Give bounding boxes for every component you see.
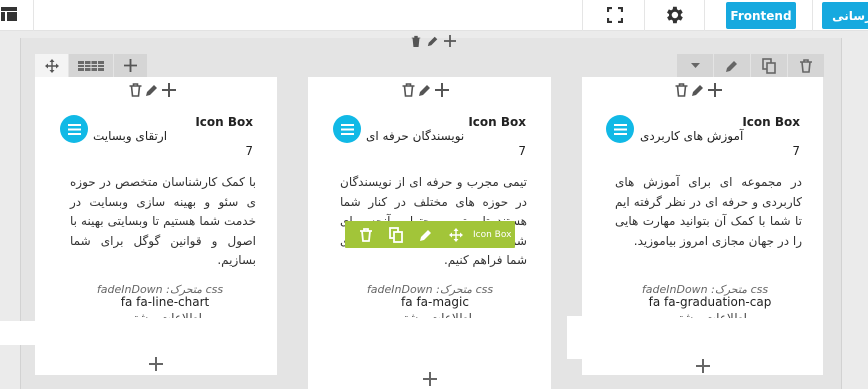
- trash-icon[interactable]: [410, 35, 422, 47]
- row-move-handle[interactable]: [35, 54, 68, 77]
- trash-icon[interactable]: [402, 83, 415, 97]
- add-element-button[interactable]: [421, 370, 439, 388]
- plus-icon: [149, 357, 163, 371]
- fullscreen-icon: [607, 7, 623, 23]
- row-toggle-button[interactable]: [677, 54, 713, 77]
- row-layout-button[interactable]: [69, 54, 113, 77]
- row-layout-icon: [78, 60, 104, 71]
- trash-icon: [800, 58, 812, 73]
- plus-icon[interactable]: [708, 83, 722, 97]
- iconbox-icon: [333, 115, 361, 143]
- gear-icon: [667, 6, 683, 24]
- iconbox-number: 7: [245, 144, 253, 158]
- pencil-icon[interactable]: [691, 83, 705, 97]
- fullscreen-button[interactable]: [600, 3, 630, 27]
- scroll-overlay: [567, 316, 679, 359]
- pencil-icon[interactable]: [145, 83, 159, 97]
- pencil-icon[interactable]: [427, 35, 439, 47]
- frontend-button[interactable]: Frontend: [726, 2, 796, 29]
- plus-icon: [124, 59, 137, 72]
- scroll-overlay: [0, 321, 36, 345]
- row-clone-button[interactable]: [751, 54, 787, 77]
- move-icon: [44, 58, 59, 73]
- add-element-button[interactable]: [147, 355, 165, 373]
- add-column-button[interactable]: [114, 54, 147, 77]
- editor-logo[interactable]: [0, 0, 34, 31]
- section-controls: [403, 35, 463, 47]
- iconbox-icon: [606, 115, 634, 143]
- iconbox-subtitle: ارتقای وبسایت: [93, 129, 168, 143]
- toolbar-divider: [812, 0, 813, 31]
- plus-icon[interactable]: [444, 35, 456, 47]
- trash-icon[interactable]: [129, 83, 142, 97]
- plus-icon: [423, 372, 437, 386]
- pencil-icon: [420, 229, 431, 241]
- clone-icon: [762, 57, 776, 74]
- iconbox-more-link[interactable]: اطلاعات بیشتر: [95, 311, 235, 318]
- iconbox-title: Icon Box: [468, 115, 526, 129]
- iconbox-number: 7: [792, 144, 800, 158]
- iconbox-class: fa fa-line-chart: [120, 295, 210, 309]
- iconbox-class: fa fa-graduation-cap: [648, 295, 772, 309]
- iconbox-title: Icon Box: [195, 115, 253, 129]
- iconbox-description: در مجموعه ای برای آموزش های کاربردی و حر…: [615, 175, 802, 248]
- column-controls: [675, 83, 722, 97]
- column-controls: [402, 83, 449, 97]
- row-controls: [676, 54, 824, 77]
- add-element-button[interactable]: [694, 357, 712, 375]
- iconbox-more-link[interactable]: اطلاعات بیشتر: [365, 311, 505, 318]
- row-edit-button[interactable]: [714, 54, 750, 77]
- iconbox-description: با کمک کارشناسان متخصص در حوزه ی سئو و ب…: [70, 175, 256, 267]
- iconbox-number: 7: [518, 144, 526, 158]
- iconbox-title: Icon Box: [742, 115, 800, 129]
- clone-icon: [389, 226, 403, 243]
- list-icon: [613, 123, 627, 135]
- element-move-handle[interactable]: [441, 221, 471, 248]
- plus-icon: [696, 359, 710, 373]
- row-delete-button[interactable]: [788, 54, 824, 77]
- toolbar-divider: [644, 0, 645, 31]
- move-icon: [449, 227, 463, 242]
- list-icon: [340, 123, 354, 135]
- element-edit-button[interactable]: [411, 221, 441, 248]
- caret-down-icon: [690, 63, 700, 68]
- element-name: Icon Box: [473, 229, 512, 240]
- pencil-icon[interactable]: [418, 83, 432, 97]
- row-tabs: [35, 54, 148, 77]
- editor-toolbar: Frontend رسانی: [0, 0, 868, 31]
- iconbox-class: fa fa-magic: [401, 295, 469, 309]
- trash-icon: [360, 227, 372, 242]
- plus-icon[interactable]: [162, 83, 176, 97]
- element-delete-button[interactable]: [351, 221, 381, 248]
- toolbar-divider: [582, 0, 583, 31]
- trash-icon[interactable]: [675, 83, 688, 97]
- list-icon: [67, 123, 81, 135]
- toolbar-divider: [704, 0, 705, 31]
- iconbox-icon: [60, 115, 88, 143]
- update-button[interactable]: رسانی: [822, 2, 868, 29]
- iconbox-subtitle: آموزش های کاربردی: [640, 129, 744, 143]
- iconbox-subtitle: نویسندگان حرفه ای: [366, 129, 465, 143]
- layout-icon: [1, 7, 17, 21]
- plus-icon[interactable]: [435, 83, 449, 97]
- settings-button[interactable]: [659, 3, 689, 27]
- pencil-icon: [726, 60, 737, 72]
- element-toolbar: Icon Box: [345, 221, 515, 248]
- column-controls: [129, 83, 176, 97]
- element-clone-button[interactable]: [381, 221, 411, 248]
